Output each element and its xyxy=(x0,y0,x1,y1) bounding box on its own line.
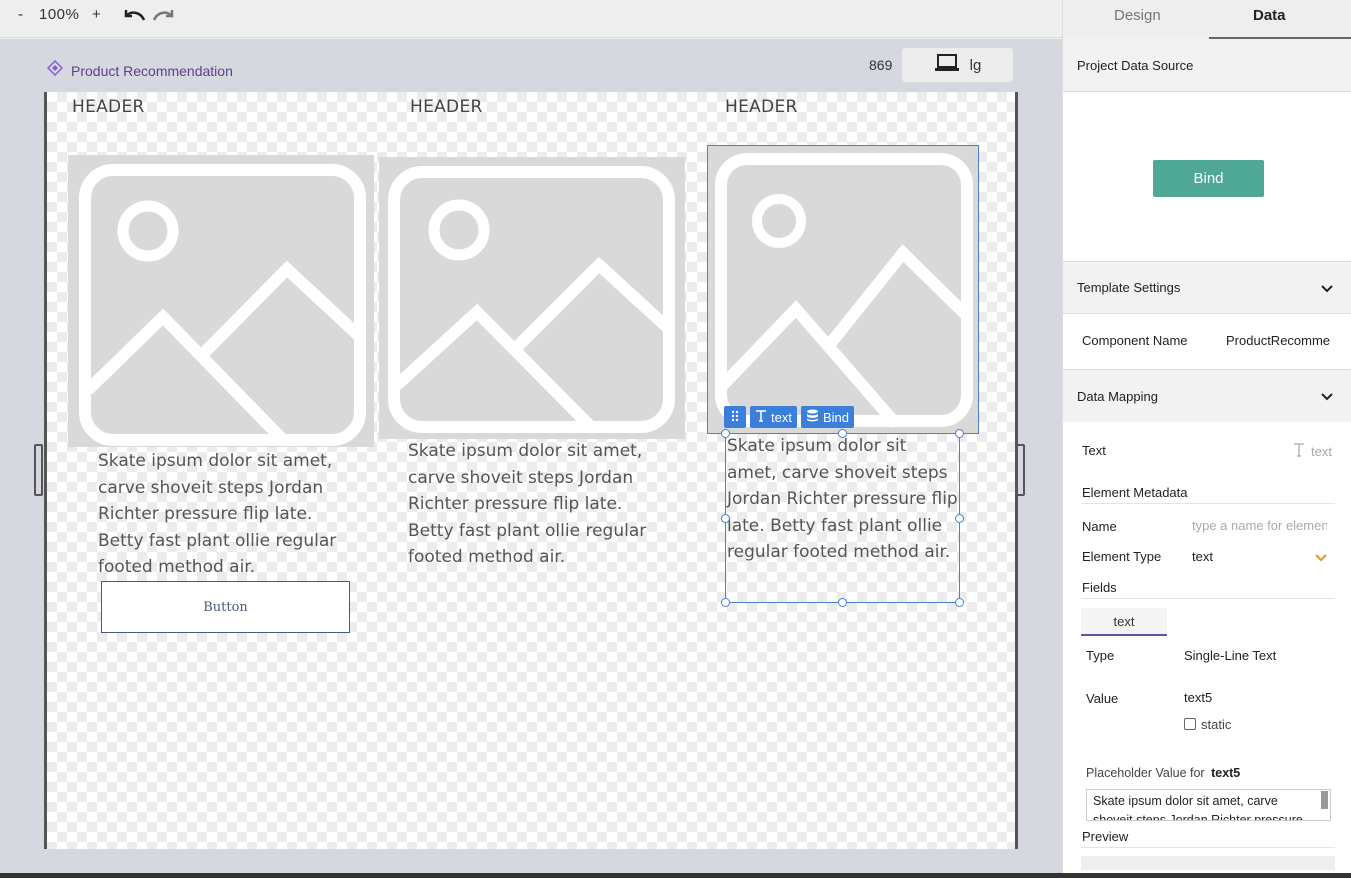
project-data-source-title: Project Data Source xyxy=(1077,57,1194,73)
tab-data[interactable]: Data xyxy=(1253,7,1286,24)
properties-panel: Design Data Project Data Source Bind Tem… xyxy=(1062,0,1351,878)
resize-handle-bottom[interactable] xyxy=(838,598,847,607)
resize-handle-left[interactable] xyxy=(34,444,43,496)
column-1-button[interactable]: Button xyxy=(101,581,350,633)
column-2-image[interactable] xyxy=(379,157,685,439)
resize-handle-top-right[interactable] xyxy=(955,429,964,438)
bottom-border xyxy=(0,873,1351,878)
bind-button[interactable]: Bind xyxy=(1153,160,1264,197)
canvas-area: Product Recommendation 869 lg HEADER Ska… xyxy=(0,39,1062,878)
template-settings-title: Template Settings xyxy=(1077,280,1181,295)
text-mapping-label: Text xyxy=(1082,443,1106,458)
text-type-label: text xyxy=(771,409,792,425)
placeholder-value-label: Placeholder Value for text5 xyxy=(1086,766,1240,780)
breadcrumb[interactable]: Product Recommendation xyxy=(46,59,233,81)
canvas-width-readout: 869 xyxy=(869,57,893,73)
data-mapping-title: Data Mapping xyxy=(1077,388,1158,404)
text-type-button[interactable]: text xyxy=(750,406,797,428)
zoom-out-button[interactable]: - xyxy=(18,6,23,23)
project-data-source-header: Project Data Source xyxy=(1063,39,1351,92)
type-label: Type xyxy=(1086,648,1115,663)
column-1-image[interactable] xyxy=(68,155,374,447)
column-2-header[interactable]: HEADER xyxy=(410,97,483,117)
data-mapping-header[interactable]: Data Mapping xyxy=(1063,369,1351,422)
element-type-select[interactable]: text xyxy=(1192,549,1213,564)
divider xyxy=(1081,503,1335,504)
column-1-header[interactable]: HEADER xyxy=(72,97,145,117)
image-placeholder-icon xyxy=(79,164,366,446)
device-label: lg xyxy=(969,56,982,74)
selected-text-outline xyxy=(725,433,960,603)
top-toolbar: - 100% + xyxy=(0,0,1062,38)
text-type-icon xyxy=(1293,443,1305,460)
field-tab-text[interactable]: text xyxy=(1081,608,1167,636)
chevron-down-icon[interactable] xyxy=(1320,282,1334,297)
resize-handle-bottom-right[interactable] xyxy=(955,598,964,607)
zoom-level: 100% xyxy=(39,6,80,23)
component-name-value[interactable]: ProductRecomme xyxy=(1226,333,1330,348)
image-placeholder-icon xyxy=(388,166,675,433)
selection-toolbar: text Bind xyxy=(724,406,854,428)
resize-handle-right[interactable] xyxy=(955,514,964,523)
panel-tabs: Design Data xyxy=(1063,0,1351,39)
preview-area xyxy=(1081,856,1335,870)
template-settings-header[interactable]: Template Settings xyxy=(1063,261,1351,314)
placeholder-value-prefix: Placeholder Value for xyxy=(1086,766,1205,780)
resize-handle-left[interactable] xyxy=(721,514,730,523)
preview-label: Preview xyxy=(1082,829,1129,844)
chevron-down-icon[interactable] xyxy=(1314,550,1328,568)
divider xyxy=(1081,847,1335,848)
placeholder-field-name: text5 xyxy=(1211,766,1241,780)
component-icon xyxy=(46,59,64,81)
device-size-button[interactable]: lg xyxy=(902,48,1013,82)
static-label: static xyxy=(1201,717,1232,732)
column-2-text[interactable]: Skate ipsum dolor sit amet, carve shovei… xyxy=(408,438,648,571)
textarea-scrollbar[interactable] xyxy=(1321,791,1328,809)
name-label: Name xyxy=(1082,519,1117,534)
bind-button-small[interactable]: Bind xyxy=(800,406,854,428)
value-value[interactable]: text5 xyxy=(1184,690,1212,705)
column-3-header[interactable]: HEADER xyxy=(725,97,798,117)
element-type-label: Element Type xyxy=(1082,549,1162,564)
redo-icon[interactable] xyxy=(150,8,176,29)
static-checkbox[interactable] xyxy=(1184,718,1196,730)
value-label: Value xyxy=(1086,691,1119,706)
name-input[interactable]: type a name for element xyxy=(1192,518,1327,533)
column-1-text[interactable]: Skate ipsum dolor sit amet, carve shovei… xyxy=(98,448,338,581)
resize-handle-top[interactable] xyxy=(838,429,847,438)
text-mapping-value-label: text xyxy=(1311,444,1332,459)
database-icon xyxy=(806,409,819,425)
bind-label-small: Bind xyxy=(822,409,849,425)
canvas-frame: HEADER Skate ipsum dolor sit amet, carve… xyxy=(44,92,1018,849)
placeholder-textarea-text: Skate ipsum dolor sit amet, carve shovei… xyxy=(1093,794,1303,821)
breadcrumb-label: Product Recommendation xyxy=(71,62,233,79)
drag-handle-icon xyxy=(731,410,739,425)
drag-handle-button[interactable] xyxy=(724,406,746,428)
text-mapping-value: text xyxy=(1293,443,1332,460)
element-metadata-label: Element Metadata xyxy=(1082,485,1188,500)
text-type-icon xyxy=(755,409,767,425)
laptop-icon xyxy=(934,53,960,77)
fields-label: Fields xyxy=(1082,580,1117,595)
resize-handle-top-left[interactable] xyxy=(721,429,730,438)
placeholder-textarea[interactable]: Skate ipsum dolor sit amet, carve shovei… xyxy=(1086,789,1331,821)
divider xyxy=(1081,598,1335,599)
selected-image-outline xyxy=(707,145,979,434)
undo-icon[interactable] xyxy=(122,8,148,29)
zoom-in-button[interactable]: + xyxy=(92,6,101,23)
resize-handle-bottom-left[interactable] xyxy=(721,598,730,607)
chevron-down-icon[interactable] xyxy=(1320,390,1334,405)
component-name-label: Component Name xyxy=(1082,333,1188,348)
tab-design[interactable]: Design xyxy=(1114,7,1161,24)
type-value: Single-Line Text xyxy=(1184,648,1277,663)
